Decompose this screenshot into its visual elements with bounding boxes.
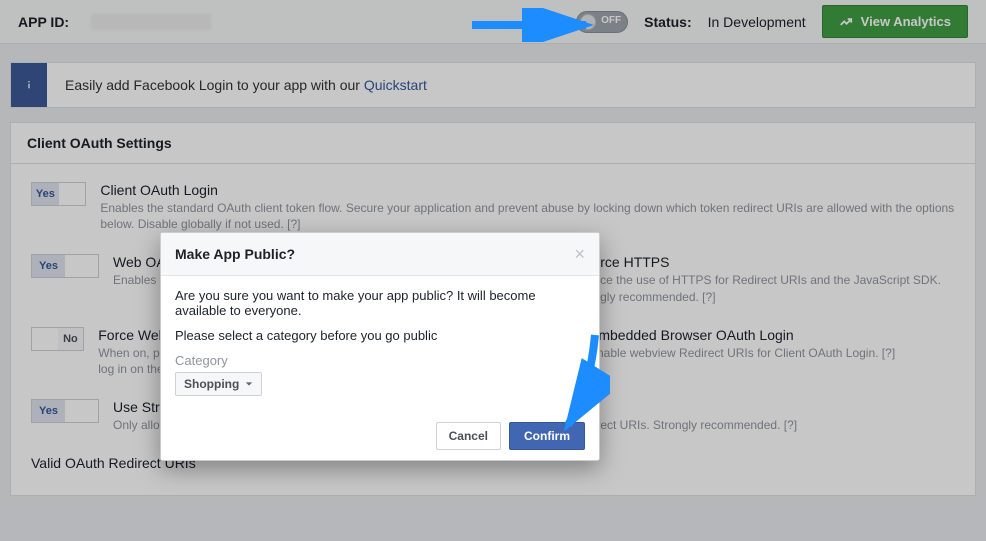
chevron-down-icon — [245, 380, 253, 388]
modal-text-2: Please select a category before you go p… — [175, 328, 585, 343]
category-select[interactable]: Shopping — [175, 372, 262, 396]
category-label: Category — [175, 353, 585, 368]
modal-title: Make App Public? — [175, 246, 295, 262]
category-value: Shopping — [184, 377, 239, 391]
cancel-button[interactable]: Cancel — [436, 422, 501, 450]
make-app-public-modal: Make App Public? × Are you sure you want… — [160, 232, 600, 461]
confirm-button[interactable]: Confirm — [509, 422, 585, 450]
close-icon[interactable]: × — [574, 245, 585, 263]
modal-text-1: Are you sure you want to make your app p… — [175, 288, 585, 318]
